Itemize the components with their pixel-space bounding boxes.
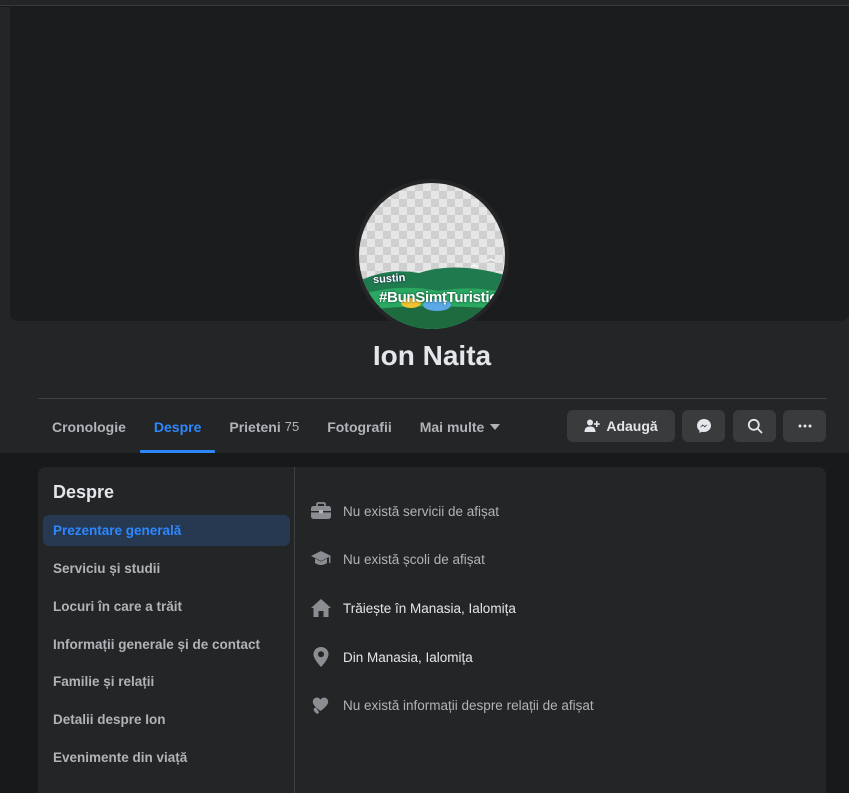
overview-relationship: Nu există informații despre relații de a… [308, 690, 594, 720]
avatar-caption-small: sustin [372, 271, 406, 287]
heart-icon [308, 692, 334, 718]
about-menu-family-relationships[interactable]: Familie și relații [43, 666, 290, 697]
overview-hometown-text[interactable]: Din Manasia, Ialomița [343, 650, 473, 665]
message-button[interactable] [682, 410, 725, 442]
overview-work-text: Nu există servicii de afișat [343, 503, 500, 519]
about-menu-overview[interactable]: Prezentare generală [43, 515, 290, 546]
add-friend-icon [584, 419, 601, 432]
tab-about-label: Despre [153, 418, 202, 435]
tab-more-label: Mai multe [419, 418, 485, 435]
search-button[interactable] [733, 410, 776, 442]
friends-count: 75 [284, 419, 300, 434]
search-icon [747, 418, 762, 434]
tab-friends[interactable]: Prieteni 75 [215, 400, 313, 453]
profile-tabs: Cronologie Despre Prieteni 75 Fotografii … [38, 400, 514, 453]
overview-work: Nu există servicii de afișat [308, 496, 499, 526]
overview-hometown: Din Manasia, Ialomița [308, 642, 473, 672]
briefcase-icon [308, 498, 334, 524]
overview-current-city: Trăiește în Manasia, Ialomița [308, 593, 516, 623]
tab-timeline-label: Cronologie [52, 418, 126, 435]
top-bar [0, 0, 849, 6]
tab-more[interactable]: Mai multe [406, 400, 515, 453]
ellipsis-icon [798, 424, 811, 428]
tab-about[interactable]: Despre [139, 400, 216, 453]
about-card: Despre Prezentare generală Serviciu și s… [38, 467, 826, 793]
overview-relationship-text: Nu există informații despre relații de a… [343, 697, 594, 713]
overview-education: Nu există școli de afișat [308, 544, 485, 574]
add-friend-button[interactable]: Adaugă [567, 410, 675, 442]
home-icon [308, 595, 334, 621]
add-friend-label: Adaugă [606, 418, 658, 434]
caret-down-icon [490, 423, 501, 430]
overview-education-text: Nu există școli de afișat [343, 551, 485, 567]
messenger-icon [696, 419, 711, 433]
about-sidebar: Despre Prezentare generală Serviciu și s… [38, 467, 295, 793]
about-menu-places-lived[interactable]: Locuri în care a trăit [43, 591, 290, 622]
location-pin-icon [308, 644, 334, 670]
more-options-button[interactable] [783, 410, 826, 442]
header-divider [38, 398, 827, 399]
graduation-cap-icon [308, 546, 334, 572]
about-menu-details[interactable]: Detalii despre Ion [43, 704, 290, 735]
about-title: Despre [53, 482, 115, 502]
profile-name: Ion Naita [372, 340, 492, 371]
overview-current-city-text[interactable]: Trăiește în Manasia, Ialomița [343, 601, 516, 616]
profile-avatar[interactable]: sustin #BunSimțTuristic [355, 179, 509, 333]
tab-friends-label: Prieteni [229, 418, 281, 435]
about-menu-life-events[interactable]: Evenimente din viață [43, 742, 290, 773]
about-menu-work-education[interactable]: Serviciu și studii [43, 553, 290, 584]
avatar-frame-graphic [359, 258, 505, 329]
about-menu-contact-info[interactable]: Informații generale și de contact [43, 629, 290, 660]
tab-timeline[interactable]: Cronologie [38, 400, 140, 453]
tab-photos-label: Fotografii [327, 418, 392, 435]
avatar-caption-hashtag: #BunSimțTuristic [379, 289, 498, 306]
tab-photos[interactable]: Fotografii [313, 400, 406, 453]
